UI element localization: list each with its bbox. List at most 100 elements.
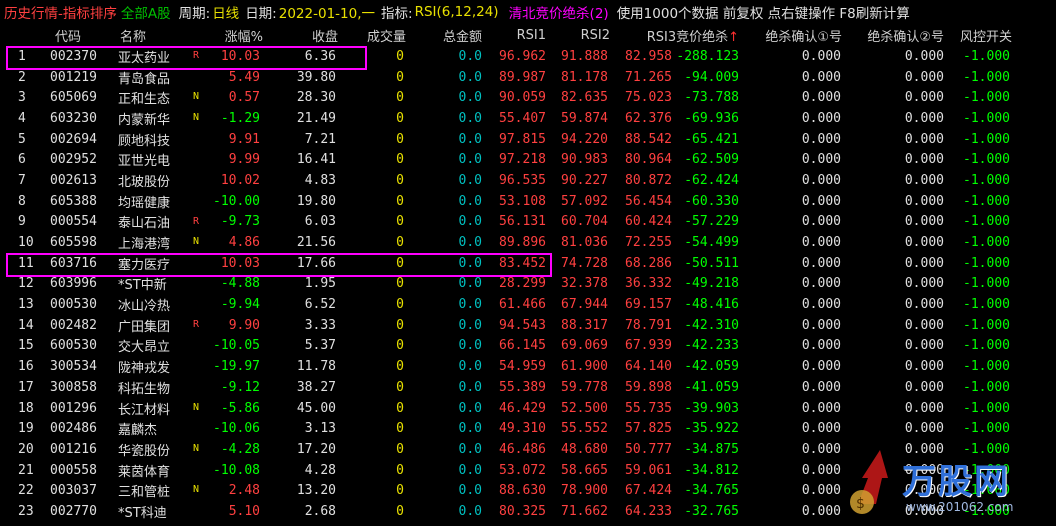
stock-name: 青岛食品 [118,71,171,87]
amount: 0.0 [458,152,482,168]
table-row[interactable]: 12 603996 *ST中新 -4.88 1.95 0 0.0 28.299 32.378 36… [0,274,1056,295]
confirm1-value: 0.000 [801,69,841,85]
risk-switch-value: -1.000 [963,235,1010,251]
table-row[interactable]: 18 001296 长江材料 N -5.86 45.00 0 0.0 46.429 52.500 5… [0,398,1056,419]
amount: 0.0 [458,503,482,519]
table-row[interactable]: 10 605598 上海港湾 N 4.86 21.56 0 0.0 89.896 81.036 72… [0,232,1056,253]
change-pct: -10.00 [213,193,260,209]
col-confirm2-header[interactable]: 绝杀确认②号 [867,26,944,45]
stock-code: 605598 [50,235,97,251]
risk-switch-value: -1.000 [963,69,1010,85]
risk-switch-value: -1.000 [963,214,1010,230]
col-rsi1-header[interactable]: RSI1 [517,28,546,43]
table-row[interactable]: 5 002694 顾地科技 9.91 7.21 0 0.0 97.815 94.220 88.54… [0,129,1056,150]
amount: 0.0 [458,297,482,313]
rsi3-value: 67.424 [625,483,672,499]
col-rsi3-header[interactable]: RSI3竞价绝杀↑ [647,26,739,45]
col-amount-header[interactable]: 总金额 [443,26,482,45]
amount: 0.0 [458,69,482,85]
rsi2-value: 32.378 [561,276,608,292]
kill-signal-value: -48.416 [684,297,739,313]
table-row[interactable]: 17 300858 科拓生物 -9.12 38.27 0 0.0 55.389 59.778 59… [0,377,1056,398]
market-filter[interactable]: 全部A股 [121,2,171,22]
change-pct: 4.86 [228,235,260,251]
col-pct-header[interactable]: 涨幅% [225,26,263,45]
row-index: 1 [18,48,26,64]
stock-name: 陇神戎发 [118,361,171,377]
stock-name: 嘉麟杰 [118,423,158,439]
confirm1-value: 0.000 [801,276,841,292]
rsi1-value: 53.072 [499,462,546,478]
date-value[interactable]: 2022-01-10,一 [279,2,375,22]
watermark-url: www.201062.com [906,500,1014,514]
col-confirm1-header[interactable]: 绝杀确认①号 [765,26,842,45]
stock-code: 000530 [50,297,97,313]
row-index: 13 [18,297,34,313]
col-rsi2-header[interactable]: RSI2 [581,28,610,43]
formula-name[interactable]: 清北竞价绝杀(2) [509,2,609,22]
rsi2-value: 74.728 [561,255,608,271]
table-row[interactable]: 1 002370 亚太药业 R 10.03 6.36 0 0.0 96.962 91.888 82.… [0,46,1056,67]
kill-signal-value: -62.424 [684,172,739,188]
change-pct: 10.03 [220,255,260,271]
risk-switch-value: -1.000 [963,276,1010,292]
volume: 0 [396,297,404,313]
col-code-header[interactable]: 代码 [55,26,81,45]
close-price: 1.95 [304,276,336,292]
period-value[interactable]: 日线 [212,2,239,22]
confirm1-value: 0.000 [801,421,841,437]
table-row[interactable]: 2 001219 青岛食品 5.49 39.80 0 0.0 89.987 81.178 71.2… [0,67,1056,88]
stock-code: 000558 [50,462,97,478]
rsi2-value: 59.874 [561,110,608,126]
rsi3-value: 71.265 [625,69,672,85]
date-label: 日期: [245,6,277,22]
change-pct: -9.73 [220,214,260,230]
close-price: 13.20 [296,483,336,499]
row-index: 16 [18,359,34,375]
stock-code: 001296 [50,400,97,416]
volume: 0 [396,193,404,209]
table-row[interactable]: 19 002486 嘉麟杰 -10.06 3.13 0 0.0 49.310 55.552 57.… [0,418,1056,439]
rsi1-value: 83.452 [499,255,546,271]
table-row[interactable]: 16 300534 陇神戎发 -19.97 11.78 0 0.0 54.959 61.900 6… [0,356,1056,377]
table-row[interactable]: 11 603716 塞力医疗 10.03 17.66 0 0.0 83.452 74.728 68… [0,253,1056,274]
stock-name: 内蒙新华 [118,112,171,128]
change-pct: 9.99 [228,152,260,168]
close-price: 21.56 [296,235,336,251]
amount: 0.0 [458,462,482,478]
table-row[interactable]: 13 000530 冰山冷热 -9.94 6.52 0 0.0 61.466 67.944 69.… [0,294,1056,315]
kill-signal-value: -62.509 [684,152,739,168]
table-row[interactable]: 14 002482 广田集团 R 9.90 3.33 0 0.0 94.543 88.317 78.… [0,315,1056,336]
close-price: 21.49 [296,110,336,126]
rsi2-value: 88.317 [561,317,608,333]
stock-code: 002482 [50,317,97,333]
confirm2-value: 0.000 [904,338,944,354]
table-row[interactable]: 3 605069 正和生态 N 0.57 28.30 0 0.0 90.059 82.635 75.… [0,87,1056,108]
table-row[interactable]: 8 605388 均瑶健康 -10.00 19.80 0 0.0 53.108 57.092 56… [0,191,1056,212]
confirm1-value: 0.000 [801,90,841,106]
change-pct: -10.06 [213,421,260,437]
close-price: 3.13 [304,421,336,437]
table-row[interactable]: 15 600530 交大昂立 -10.05 5.37 0 0.0 66.145 69.069 67… [0,336,1056,357]
volume: 0 [396,110,404,126]
change-pct: 9.91 [228,131,260,147]
col-close-header[interactable]: 收盘 [312,26,338,45]
table-row[interactable]: 6 002952 亚世光电 9.99 16.41 0 0.0 97.218 90.983 80.9… [0,149,1056,170]
amount: 0.0 [458,276,482,292]
indicator-value[interactable]: RSI(6,12,24) [415,4,499,20]
stock-code: 603716 [50,255,97,271]
close-price: 6.52 [304,297,336,313]
col-risk-header[interactable]: 风控开关 [960,26,1012,45]
change-pct: -4.88 [220,276,260,292]
col-name-header[interactable]: 名称 [120,26,146,45]
confirm1-value: 0.000 [801,48,841,64]
table-row[interactable]: 9 000554 泰山石油 R -9.73 6.03 0 0.0 56.131 60.704 60.… [0,212,1056,233]
volume: 0 [396,441,404,457]
kill-signal-value: -34.875 [684,441,739,457]
confirm2-value: 0.000 [904,69,944,85]
table-row[interactable]: 7 002613 北玻股份 10.02 4.83 0 0.0 96.535 90.227 80.8… [0,170,1056,191]
stock-name: *ST中新 [118,278,167,294]
table-row[interactable]: 4 603230 内蒙新华 N -1.29 21.49 0 0.0 55.407 59.874 62… [0,108,1056,129]
col-volume-header[interactable]: 成交量 [367,26,406,45]
rsi3-value: 57.825 [625,421,672,437]
